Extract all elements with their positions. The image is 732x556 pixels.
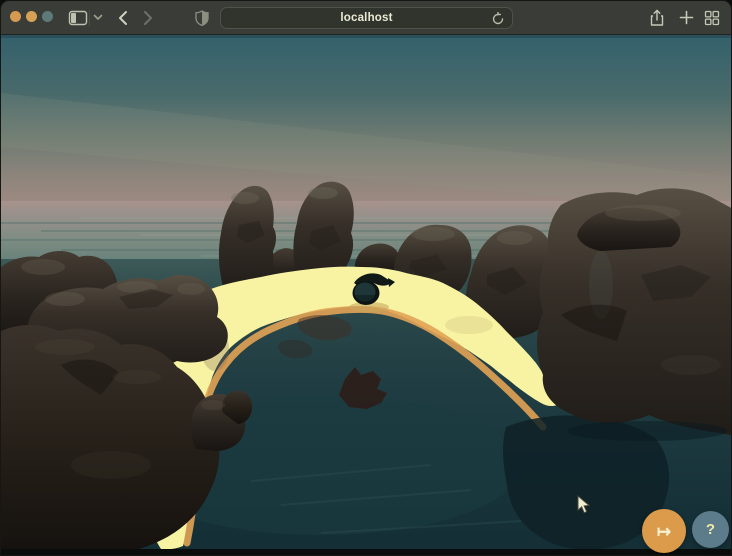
zoom-window-button[interactable]	[42, 11, 53, 22]
minimize-window-button[interactable]	[26, 11, 37, 22]
help-button[interactable]: ?	[692, 511, 729, 548]
enter-arrow-icon: ↦	[656, 521, 672, 541]
enter-button[interactable]: ↦	[642, 509, 686, 553]
close-window-button[interactable]	[10, 11, 21, 22]
browser-toolbar: localhost	[1, 1, 731, 35]
url-text: localhost	[340, 12, 393, 24]
new-tab-icon[interactable]	[679, 10, 694, 25]
rocks-right	[537, 188, 731, 441]
privacy-shield-icon[interactable]	[195, 10, 209, 26]
chevron-down-icon[interactable]	[93, 14, 103, 21]
url-bar[interactable]: localhost	[220, 7, 513, 29]
question-mark-icon: ?	[705, 521, 716, 538]
sidebar-icon[interactable]	[68, 10, 88, 26]
reload-icon[interactable]	[491, 11, 505, 31]
share-icon[interactable]	[649, 9, 665, 27]
forward-icon[interactable]	[142, 10, 154, 26]
browser-window: localhost ↦ ?	[0, 0, 732, 556]
tab-overview-icon[interactable]	[704, 10, 720, 26]
back-icon[interactable]	[117, 10, 129, 26]
bottom-edge-strip	[1, 549, 731, 555]
game-canvas[interactable]	[1, 35, 731, 555]
toolbar-divider	[89, 10, 90, 26]
